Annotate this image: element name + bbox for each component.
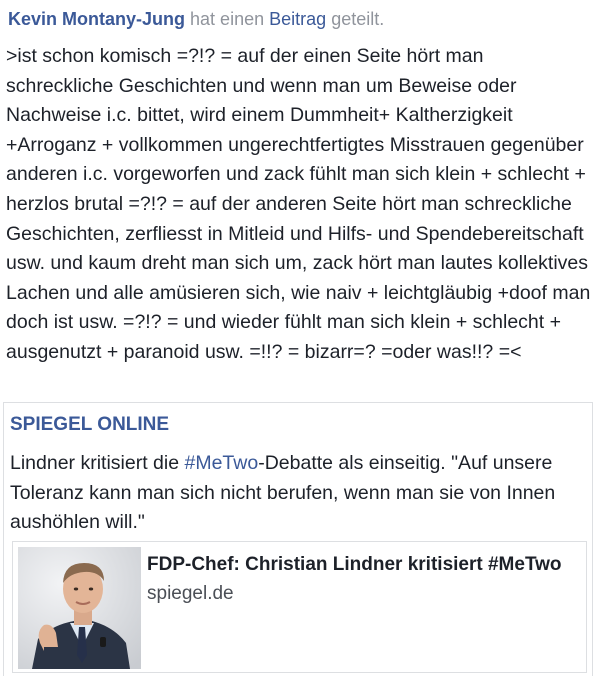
author-name-link[interactable]: Kevin Montany-Jung bbox=[8, 9, 185, 29]
post-text: >ist schon komisch =?!? = auf der einen … bbox=[6, 45, 591, 363]
post-link[interactable]: Beitrag bbox=[269, 9, 326, 29]
link-preview-card[interactable]: FDP-Chef: Christian Lindner kritisiert #… bbox=[12, 541, 587, 673]
shared-post: SPIEGEL ONLINE Lindner kritisiert die #M… bbox=[3, 402, 593, 676]
shared-text-before: Lindner kritisiert die bbox=[10, 452, 185, 474]
shared-post-text: Lindner kritisiert die #MeTwo-Debatte al… bbox=[10, 449, 586, 538]
action-suffix: geteilt. bbox=[331, 9, 385, 29]
link-card-title: FDP-Chef: Christian Lindner kritisiert #… bbox=[147, 554, 562, 575]
post-header: Kevin Montany-Jung hat einen Beitrag get… bbox=[8, 6, 593, 32]
link-card-domain: spiegel.de bbox=[147, 583, 234, 604]
shared-page-name[interactable]: SPIEGEL ONLINE bbox=[10, 412, 169, 438]
hashtag-link[interactable]: #MeTwo bbox=[185, 452, 259, 474]
action-prefix: hat einen bbox=[190, 9, 265, 29]
link-thumbnail bbox=[18, 547, 141, 669]
